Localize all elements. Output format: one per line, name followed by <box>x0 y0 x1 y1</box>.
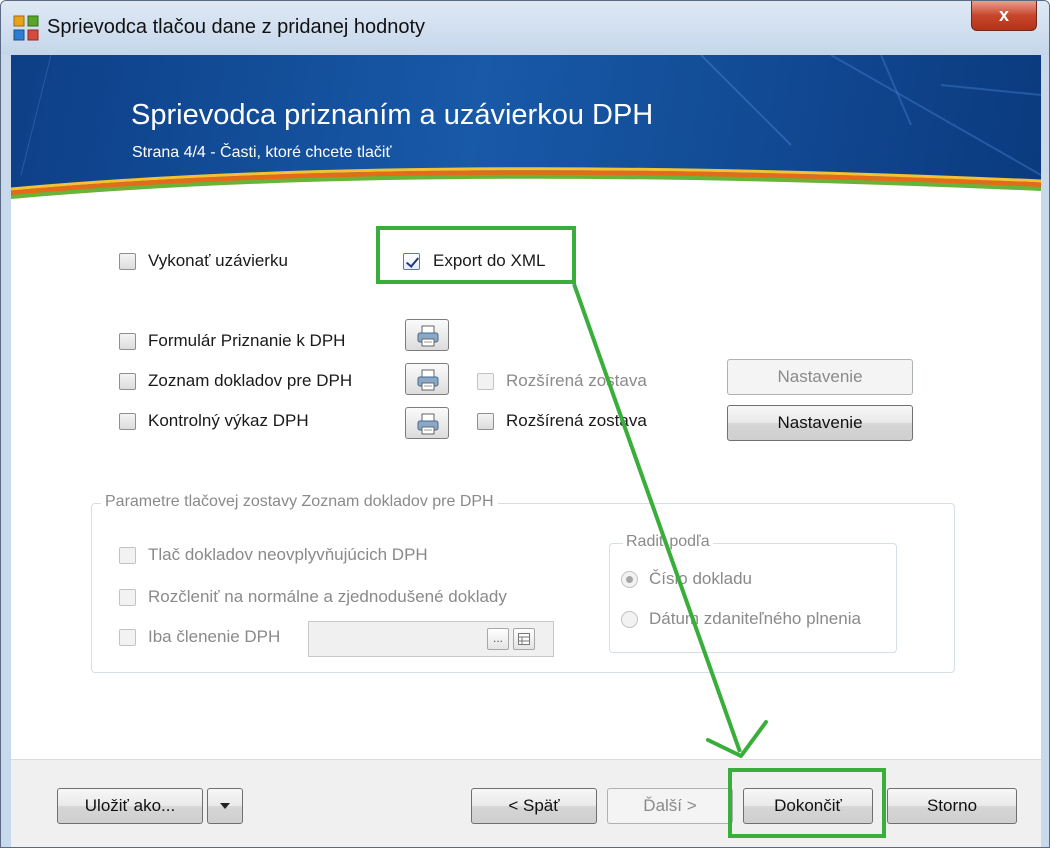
cancel-button[interactable]: Storno <box>887 788 1017 824</box>
close-icon: x <box>998 5 1009 25</box>
printer-icon <box>417 413 439 435</box>
ulozit-ako-button[interactable]: Uložiť ako... <box>57 788 203 824</box>
zoznam-label[interactable]: Zoznam dokladov pre DPH <box>148 371 352 391</box>
window-frame-left <box>1 55 11 847</box>
iba-clenenie-checkbox[interactable] <box>119 629 136 646</box>
wizard-step-subtitle: Strana 4/4 - Časti, ktoré chcete tlačiť <box>132 144 392 161</box>
back-button[interactable]: < Späť <box>471 788 597 824</box>
window-title: Sprievodca tlačou dane z pridanej hodnot… <box>47 16 426 38</box>
kontrolny-vykaz-checkbox[interactable] <box>119 413 136 430</box>
wizard-window: Sprievodca tlačou dane z pridanej hodnot… <box>0 0 1050 848</box>
iba-clenenie-field[interactable]: ... <box>308 621 554 657</box>
tlac-dokladov-checkbox[interactable] <box>119 547 136 564</box>
table-icon <box>518 633 530 645</box>
finish-button-highlight <box>728 768 886 838</box>
title-bar: Sprievodca tlačou dane z pridanej hodnot… <box>1 1 1049 55</box>
ulozit-ako-dropdown-button[interactable] <box>207 788 243 824</box>
zoznam-print-button[interactable] <box>405 363 449 395</box>
zoznam-checkbox[interactable] <box>119 373 136 390</box>
rozsirena-zostava-kontrolny-checkbox[interactable] <box>477 413 494 430</box>
printer-icon <box>417 325 439 347</box>
kontrolny-vykaz-label[interactable]: Kontrolný výkaz DPH <box>148 411 309 431</box>
printer-icon <box>417 369 439 391</box>
kontrolny-vykaz-print-button[interactable] <box>405 407 449 439</box>
formular-checkbox[interactable] <box>119 333 136 350</box>
formular-print-button[interactable] <box>405 319 449 351</box>
nastavenie-kontrolny-button[interactable]: Nastavenie <box>727 405 913 441</box>
nastavenie-zoznam-button[interactable]: Nastavenie <box>727 359 913 395</box>
rozsirena-zostava-zoznam-label: Rozšírená zostava <box>506 371 647 390</box>
parameters-group-title: Parametre tlačovej zostavy Zoznam doklad… <box>101 493 498 511</box>
sort-datum-label: Dátum zdaniteľného plnenia <box>649 609 861 628</box>
rozsirena-zostava-kontrolny-label[interactable]: Rozšírená zostava <box>506 411 647 431</box>
vykonat-uzavierku-checkbox[interactable] <box>119 253 136 270</box>
wizard-header-banner: Sprievodca priznaním a uzávierkou DPH St… <box>11 55 1041 207</box>
tlac-dokladov-label: Tlač dokladov neovplyvňujúcich DPH <box>148 545 428 564</box>
sort-datum-radio[interactable] <box>621 611 638 628</box>
table-picker-button[interactable] <box>513 628 535 650</box>
window-frame-right <box>1041 55 1049 847</box>
rozclenit-label: Rozčleniť na normálne a zjednodušené dok… <box>148 587 507 606</box>
close-button[interactable]: x <box>971 1 1037 31</box>
sort-cislo-dokladu-radio[interactable] <box>621 571 638 588</box>
export-xml-highlight <box>376 226 576 284</box>
vykonat-uzavierku-label[interactable]: Vykonať uzávierku <box>148 251 288 271</box>
ellipsis-icon: ... <box>492 631 503 645</box>
sort-group <box>609 543 897 653</box>
rozclenit-checkbox[interactable] <box>119 589 136 606</box>
iba-clenenie-label: Iba členenie DPH <box>148 627 281 646</box>
wizard-footer: Uložiť ako... < Späť Ďalší > Dokončiť St… <box>11 759 1041 847</box>
formular-label[interactable]: Formulár Priznanie k DPH <box>148 331 345 351</box>
chevron-down-icon <box>220 803 230 809</box>
sort-group-title: Radiť podľa <box>623 533 713 551</box>
rozsirena-zostava-zoznam-checkbox[interactable] <box>477 373 494 390</box>
wizard-title: Sprievodca priznaním a uzávierkou DPH <box>131 99 654 131</box>
wizard-content: Vykonať uzávierku Export do XML Formulár… <box>11 207 1041 759</box>
sort-cislo-dokladu-label: Číslo dokladu <box>649 569 753 588</box>
app-icon <box>13 15 39 41</box>
next-button[interactable]: Ďalší > <box>607 788 733 824</box>
ellipsis-button[interactable]: ... <box>487 628 509 650</box>
